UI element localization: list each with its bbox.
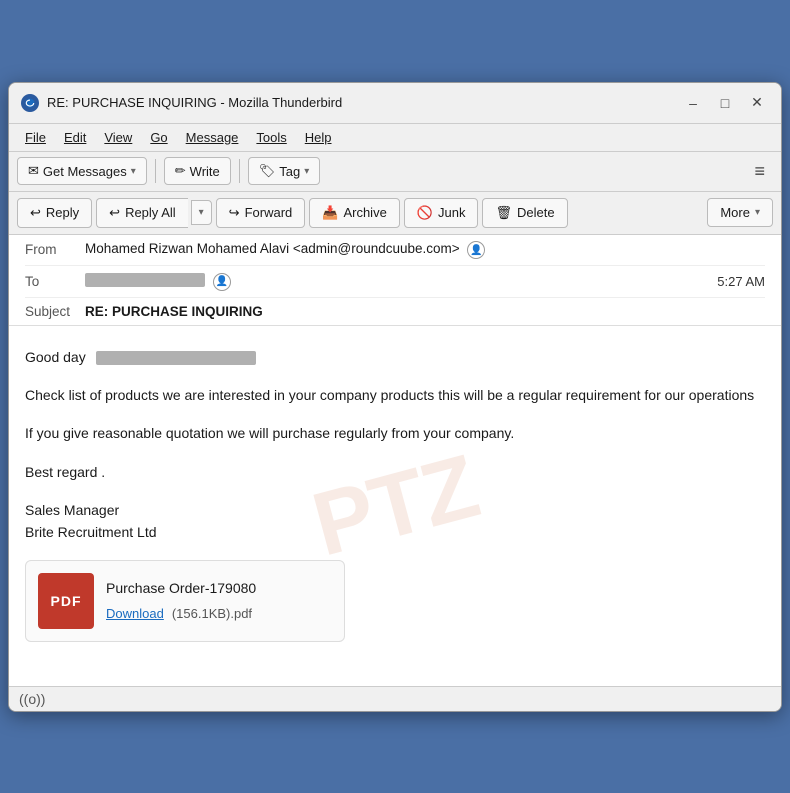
toolbar-separator-1	[155, 159, 156, 183]
body-para-3: Best regard .	[25, 461, 765, 483]
attachment-box: PDF Purchase Order-179080 Download (156.…	[25, 560, 345, 642]
reply-all-dropdown-button[interactable]: ▾	[191, 200, 212, 225]
thunderbird-window: RE: PURCHASE INQUIRING - Mozilla Thunder…	[8, 82, 782, 712]
forward-button[interactable]: ↪ Forward	[216, 198, 306, 228]
write-button[interactable]: ✏ Write	[164, 157, 231, 185]
body-para-2: If you give reasonable quotation we will…	[25, 422, 765, 444]
get-messages-button[interactable]: ✉ Get Messages ▾	[17, 157, 147, 185]
get-messages-icon: ✉	[28, 163, 39, 179]
pdf-label: PDF	[51, 590, 82, 612]
email-body: PTZ Good day Check list of products we a…	[9, 326, 781, 686]
action-bar: ↩ Reply ↩ Reply All ▾ ↪ Forward 📥 Archiv…	[9, 192, 781, 235]
menu-bar: File Edit View Go Message Tools Help	[9, 124, 781, 152]
window-controls: – □ ✕	[681, 91, 769, 115]
hamburger-button[interactable]: ≡	[746, 156, 773, 187]
reply-all-label: Reply All	[125, 205, 176, 220]
signature-line-2: Brite Recruitment Ltd	[25, 521, 765, 543]
reply-label: Reply	[46, 205, 79, 220]
recipient-blurred	[96, 351, 256, 365]
get-messages-label: Get Messages	[43, 164, 127, 179]
signature-line-1: Sales Manager	[25, 499, 765, 521]
tag-button[interactable]: 🏷 Tag ▾	[248, 157, 321, 185]
from-contact-icon[interactable]: 👤	[467, 241, 485, 259]
menu-help[interactable]: Help	[297, 126, 340, 149]
close-button[interactable]: ✕	[745, 91, 769, 115]
junk-icon: 🚫	[417, 205, 433, 221]
archive-label: Archive	[343, 205, 386, 220]
wifi-icon: ((o))	[19, 691, 45, 707]
body-para-1: Check list of products we are interested…	[25, 384, 765, 406]
minimize-button[interactable]: –	[681, 91, 705, 115]
reply-all-icon: ↩	[109, 205, 120, 221]
reply-icon: ↩	[30, 205, 41, 221]
subject-label: Subject	[25, 304, 85, 319]
delete-button[interactable]: 🗑 Delete	[482, 198, 567, 228]
menu-message[interactable]: Message	[178, 126, 247, 149]
from-address: Mohamed Rizwan Mohamed Alavi <admin@roun…	[85, 241, 460, 256]
file-size: (156.1KB).pdf	[172, 604, 252, 625]
archive-button[interactable]: 📥 Archive	[309, 198, 400, 228]
download-link[interactable]: Download	[106, 604, 164, 625]
to-row: To 👤 5:27 AM	[25, 266, 765, 298]
more-label: More	[720, 205, 750, 220]
delete-icon: 🗑	[495, 205, 512, 221]
archive-icon: 📥	[322, 205, 338, 221]
email-headers: From Mohamed Rizwan Mohamed Alavi <admin…	[9, 235, 781, 326]
attachment-actions: Download (156.1KB).pdf	[106, 604, 332, 625]
get-messages-dropdown-icon: ▾	[131, 166, 136, 177]
from-value: Mohamed Rizwan Mohamed Alavi <admin@roun…	[85, 241, 765, 260]
to-address-blurred	[85, 273, 205, 287]
window-title: RE: PURCHASE INQUIRING - Mozilla Thunder…	[47, 95, 673, 110]
junk-button[interactable]: 🚫 Junk	[404, 198, 479, 228]
more-button[interactable]: More ▾	[707, 198, 773, 227]
signature: Sales Manager Brite Recruitment Ltd	[25, 499, 765, 544]
tag-dropdown-icon: ▾	[304, 166, 309, 177]
greeting-text: Good day	[25, 349, 86, 365]
email-time: 5:27 AM	[717, 274, 765, 289]
attachment-name: Purchase Order-179080	[106, 577, 332, 599]
write-label: Write	[190, 164, 220, 179]
toolbar-separator-2	[239, 159, 240, 183]
body-content: Good day Check list of products we are i…	[25, 346, 765, 642]
app-icon	[21, 94, 39, 112]
more-chevron-icon: ▾	[755, 207, 760, 218]
subject-value: RE: PURCHASE INQUIRING	[85, 304, 765, 319]
menu-view[interactable]: View	[96, 126, 140, 149]
tag-icon: 🏷	[259, 163, 276, 179]
to-contact-icon[interactable]: 👤	[213, 273, 231, 291]
reply-all-chevron-icon: ▾	[199, 207, 204, 218]
tag-label: Tag	[279, 164, 300, 179]
reply-button[interactable]: ↩ Reply	[17, 198, 92, 228]
junk-label: Junk	[438, 205, 465, 220]
menu-tools[interactable]: Tools	[248, 126, 294, 149]
reply-all-button[interactable]: ↩ Reply All	[96, 198, 187, 228]
forward-label: Forward	[245, 205, 293, 220]
to-value: 👤	[85, 272, 717, 291]
subject-row: Subject RE: PURCHASE INQUIRING	[25, 298, 765, 325]
menu-edit[interactable]: Edit	[56, 126, 94, 149]
to-label: To	[25, 274, 85, 289]
forward-icon: ↪	[229, 205, 240, 221]
delete-label: Delete	[517, 205, 555, 220]
write-icon: ✏	[175, 163, 186, 179]
greeting-para: Good day	[25, 346, 765, 368]
from-label: From	[25, 242, 85, 257]
pdf-icon: PDF	[38, 573, 94, 629]
status-bar: ((o))	[9, 686, 781, 711]
attachment-info: Purchase Order-179080 Download (156.1KB)…	[106, 577, 332, 624]
title-bar: RE: PURCHASE INQUIRING - Mozilla Thunder…	[9, 83, 781, 124]
maximize-button[interactable]: □	[713, 91, 737, 115]
from-row: From Mohamed Rizwan Mohamed Alavi <admin…	[25, 235, 765, 267]
menu-go[interactable]: Go	[142, 126, 175, 149]
toolbar: ✉ Get Messages ▾ ✏ Write 🏷 Tag ▾ ≡	[9, 152, 781, 192]
menu-file[interactable]: File	[17, 126, 54, 149]
